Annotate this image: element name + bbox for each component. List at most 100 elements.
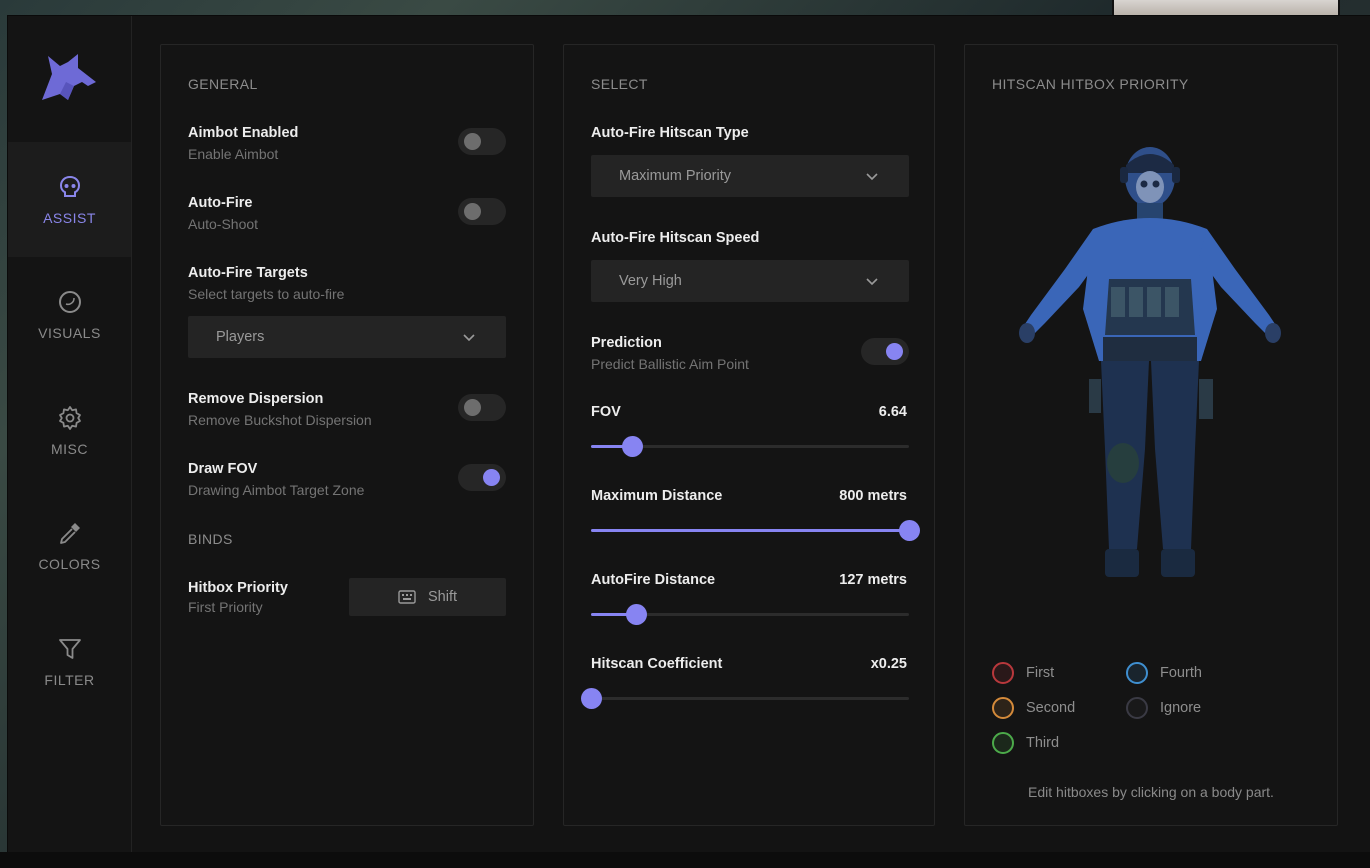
eyedropper-icon [59,522,80,544]
select-panel: SELECT Auto-Fire Hitscan Type Maximum Pr… [563,44,935,826]
panel-title: SELECT [591,76,648,92]
slider-value-hitscan-coefficient: x0.25 [870,656,907,672]
sidebar-item-visuals[interactable]: VISUALS [8,257,131,372]
legend-fourth[interactable]: Fourth [1126,662,1202,684]
legend-dot [992,732,1014,754]
slider-value-autofire-distance: 127 metrs [839,572,907,588]
slider-track-hitscan-coefficient[interactable] [581,688,909,709]
character-model[interactable] [1005,129,1295,609]
toggle-knob [483,469,500,486]
left-leg-hitbox[interactable] [1089,361,1149,577]
aimbot-toggle[interactable] [458,128,506,155]
slider-value-max-distance: 800 metrs [839,488,907,504]
hitscan-speed-title: Auto-Fire Hitscan Speed [591,230,760,246]
toggle-knob [464,203,481,220]
general-panel: GENERAL Aimbot Enabled Enable Aimbot Aut… [160,44,534,826]
toggle-knob [464,399,481,416]
aimbot-subtitle: Enable Aimbot [188,146,279,162]
dropdown-value: Maximum Priority [619,168,731,184]
toggle-knob [886,343,903,360]
toggle-knob [464,133,481,150]
chevron-down-icon [866,278,878,286]
sidebar-item-misc[interactable]: MISC [8,373,131,488]
gear-icon [58,405,81,430]
slider-value-fov: 6.64 [878,404,907,420]
chevron-down-icon [866,173,878,181]
aimbot-title: Aimbot Enabled [188,125,299,141]
legend-label: Ignore [1160,700,1202,716]
sidebar-item-label: VISUALS [38,324,101,341]
legend-label: First [1026,665,1055,681]
slider-label-fov: FOV [591,404,621,420]
sidebar-item-label: FILTER [44,671,95,688]
dispersion-title: Remove Dispersion [188,391,324,407]
wolf-logo-icon [42,54,96,100]
targets-title: Auto-Fire Targets [188,265,308,281]
torso-hitbox[interactable] [1083,203,1217,361]
moon-icon [58,290,81,313]
slider-track-max-distance[interactable] [591,520,920,541]
panel-title: HITSCAN HITBOX PRIORITY [992,76,1189,92]
keyboard-icon [398,590,416,604]
legend-first[interactable]: First [992,662,1054,684]
slider-thumb[interactable] [899,520,920,541]
sidebar-item-filter[interactable]: FILTER [8,604,131,719]
legend-dot [1126,662,1148,684]
filter-icon [58,638,81,659]
prediction-subtitle: Predict Ballistic Aim Point [591,356,749,372]
slider-thumb[interactable] [625,604,647,625]
sidebar-item-label: ASSIST [43,209,96,226]
slider-label-max-distance: Maximum Distance [591,488,723,504]
hitbox-edit-hint: Edit hitboxes by clicking on a body part… [1028,784,1274,800]
legend-ignore[interactable]: Ignore [1126,697,1201,719]
binds-title: BINDS [188,531,233,547]
hitbox-priority-subtitle: First Priority [188,599,263,615]
prediction-toggle[interactable] [861,338,909,365]
slider-thumb[interactable] [581,688,602,709]
hitbox-priority-title: Hitbox Priority [188,580,288,596]
skull-icon [59,175,80,197]
dispersion-toggle[interactable] [458,394,506,421]
sidebar: ASSIST VISUALS MISC COLORS FILTER [8,16,132,860]
legend-second[interactable]: Second [992,697,1075,719]
drawfov-toggle[interactable] [458,464,506,491]
autofire-toggle[interactable] [458,198,506,225]
legend-label: Fourth [1160,665,1202,681]
hitscan-type-title: Auto-Fire Hitscan Type [591,125,749,141]
slider-fill [591,529,909,532]
panel-title: GENERAL [188,76,258,92]
legend-dot [1126,697,1148,719]
head-hitbox[interactable] [1120,147,1180,207]
hitscan-type-dropdown[interactable]: Maximum Priority [591,155,909,197]
chevron-down-icon [463,334,475,342]
app-window: ASSIST VISUALS MISC COLORS FILTER GENERA… [8,16,1370,860]
slider-track-autofire-distance[interactable] [591,604,909,625]
dispersion-subtitle: Remove Buckshot Dispersion [188,412,372,428]
legend-third[interactable]: Third [992,732,1059,754]
prediction-title: Prediction [591,335,662,351]
targets-dropdown[interactable]: Players [188,316,506,358]
legend-dot [992,697,1014,719]
sidebar-item-label: COLORS [38,555,101,572]
slider-track-fov[interactable] [591,436,909,457]
slider-label-autofire-distance: AutoFire Distance [591,572,716,588]
bind-key-label: Shift [427,589,457,605]
dropdown-value: Players [216,329,265,345]
right-leg-hitbox[interactable] [1151,361,1213,577]
drawfov-title: Draw FOV [188,461,258,477]
slider-label-hitscan-coefficient: Hitscan Coefficient [591,656,723,672]
sidebar-item-assist[interactable]: ASSIST [8,142,131,257]
hitscan-panel: HITSCAN HITBOX PRIORITY First Fourth Sec… [964,44,1338,826]
legend-label: Second [1026,700,1076,716]
hitbox-bind-button[interactable]: Shift [349,578,506,616]
legend-dot [992,662,1014,684]
dropdown-value: Very High [619,273,682,289]
drawfov-subtitle: Drawing Aimbot Target Zone [188,482,365,498]
hitscan-speed-dropdown[interactable]: Very High [591,260,909,302]
sidebar-item-colors[interactable]: COLORS [8,488,131,603]
slider-thumb[interactable] [622,436,644,457]
autofire-subtitle: Auto-Shoot [188,216,259,232]
autofire-title: Auto-Fire [188,195,253,211]
sidebar-item-label: MISC [51,440,88,457]
taskbar-strip [0,852,1370,868]
